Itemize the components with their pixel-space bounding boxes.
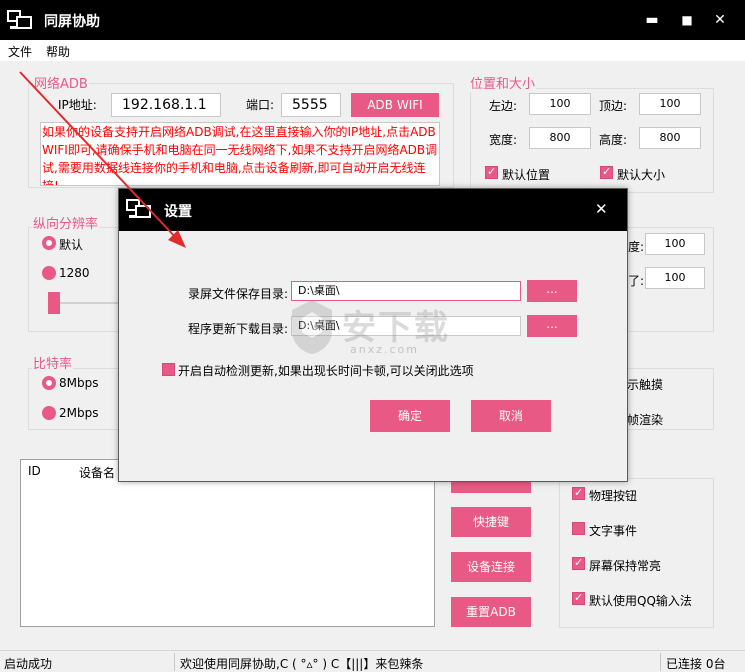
- annotation-arrow: [19, 71, 186, 248]
